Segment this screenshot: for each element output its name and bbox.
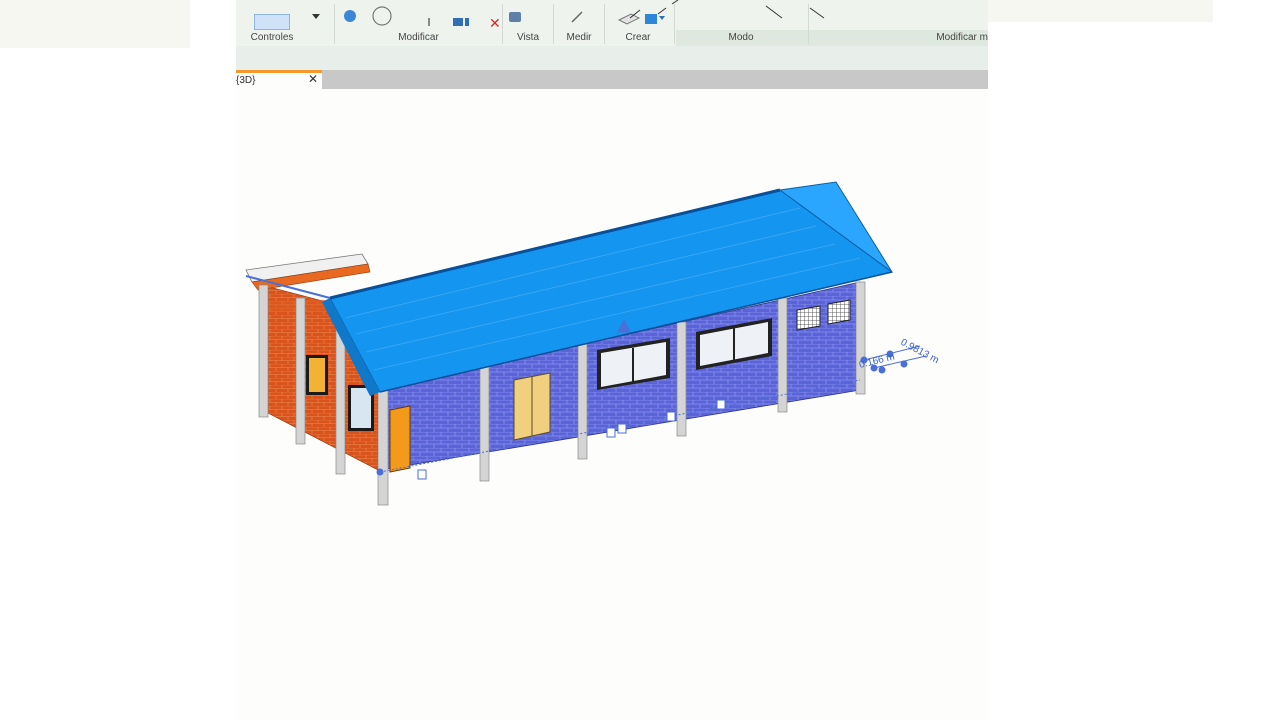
panel-modificar-muro: Modificar m: [809, 0, 988, 46]
lock-icon: [617, 423, 627, 434]
3d-viewport[interactable]: 0.9813 m 0.166 m: [236, 89, 988, 720]
panel-label-modificar-m: Modificar m: [936, 32, 988, 43]
panel-label-crear: Crear: [625, 32, 651, 43]
tab-label: {3D}: [236, 75, 256, 86]
panel-controles: Controles: [236, 0, 308, 46]
split-icon: [428, 18, 430, 26]
lock-icon: [606, 427, 616, 438]
circle-tool-icon: [372, 6, 392, 26]
lock-icon: [417, 469, 427, 480]
close-icon[interactable]: ✕: [308, 72, 318, 86]
view-icon[interactable]: [509, 12, 521, 22]
controls-icon[interactable]: [254, 14, 290, 30]
panel-label-controles: Controles: [250, 32, 294, 43]
sketch-lines: [629, 0, 825, 19]
lock-icon: [666, 411, 676, 422]
panel-label-modificar: Modificar: [398, 32, 439, 43]
measure-icon[interactable]: [570, 10, 586, 24]
align-icon: [453, 18, 463, 26]
panel-label-vista: Vista: [516, 32, 540, 43]
revit-window: Controles ✕ Modificar Vista Medir Crear …: [236, 0, 988, 720]
panel-label-modo: Modo: [728, 32, 754, 43]
panel-modificar: ✕ Modificar: [335, 0, 502, 46]
building-model-3d[interactable]: 0.9813 m 0.166 m: [236, 89, 988, 720]
modify-tools-icons[interactable]: ✕: [341, 6, 501, 28]
lock-icon: [716, 399, 726, 410]
delete-icon: ✕: [489, 15, 501, 28]
background-edge-left: [0, 0, 190, 48]
dropdown-arrow-icon[interactable]: [312, 14, 320, 19]
panel-medir: Medir: [554, 0, 604, 46]
options-bar: [236, 46, 988, 70]
panel-label-medir: Medir: [566, 32, 592, 43]
background-edge-right: [968, 0, 1213, 22]
view-tab-bar: {3D} ✕: [236, 70, 988, 89]
panel-vista: Vista: [503, 0, 553, 46]
rotate-icon: [344, 10, 356, 22]
tab-3d-view[interactable]: {3D} ✕: [236, 70, 322, 89]
